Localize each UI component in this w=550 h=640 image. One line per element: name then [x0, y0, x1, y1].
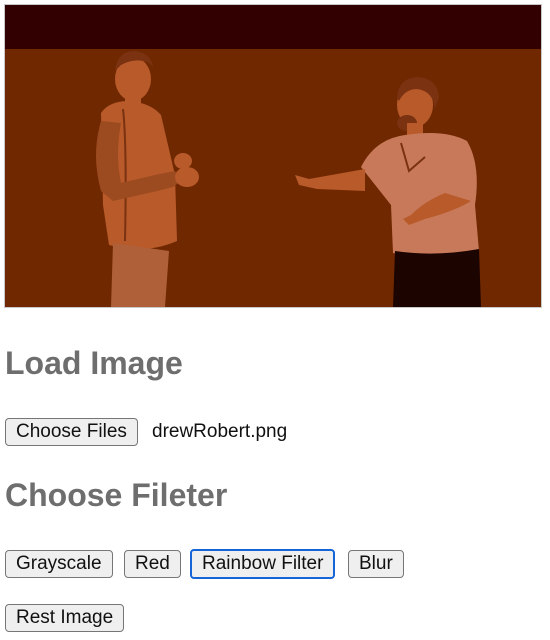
image-preview-icon	[5, 5, 541, 307]
selected-file-name: drewRobert.png	[152, 421, 288, 442]
rainbow-filter-button[interactable]: Rainbow Filter	[190, 549, 336, 579]
page: Load Image Choose Files drewRobert.png C…	[0, 0, 550, 640]
choose-files-button[interactable]: Choose Files	[5, 418, 138, 446]
canvas-top-band	[5, 5, 541, 49]
load-image-heading: Load Image	[5, 345, 183, 381]
grayscale-button[interactable]: Grayscale	[5, 550, 113, 578]
blur-button[interactable]: Blur	[348, 550, 404, 578]
image-canvas	[4, 4, 542, 308]
red-filter-button[interactable]: Red	[124, 550, 181, 578]
choose-filter-heading: Choose Fileter	[5, 477, 228, 513]
reset-image-button[interactable]: Rest Image	[5, 604, 125, 632]
